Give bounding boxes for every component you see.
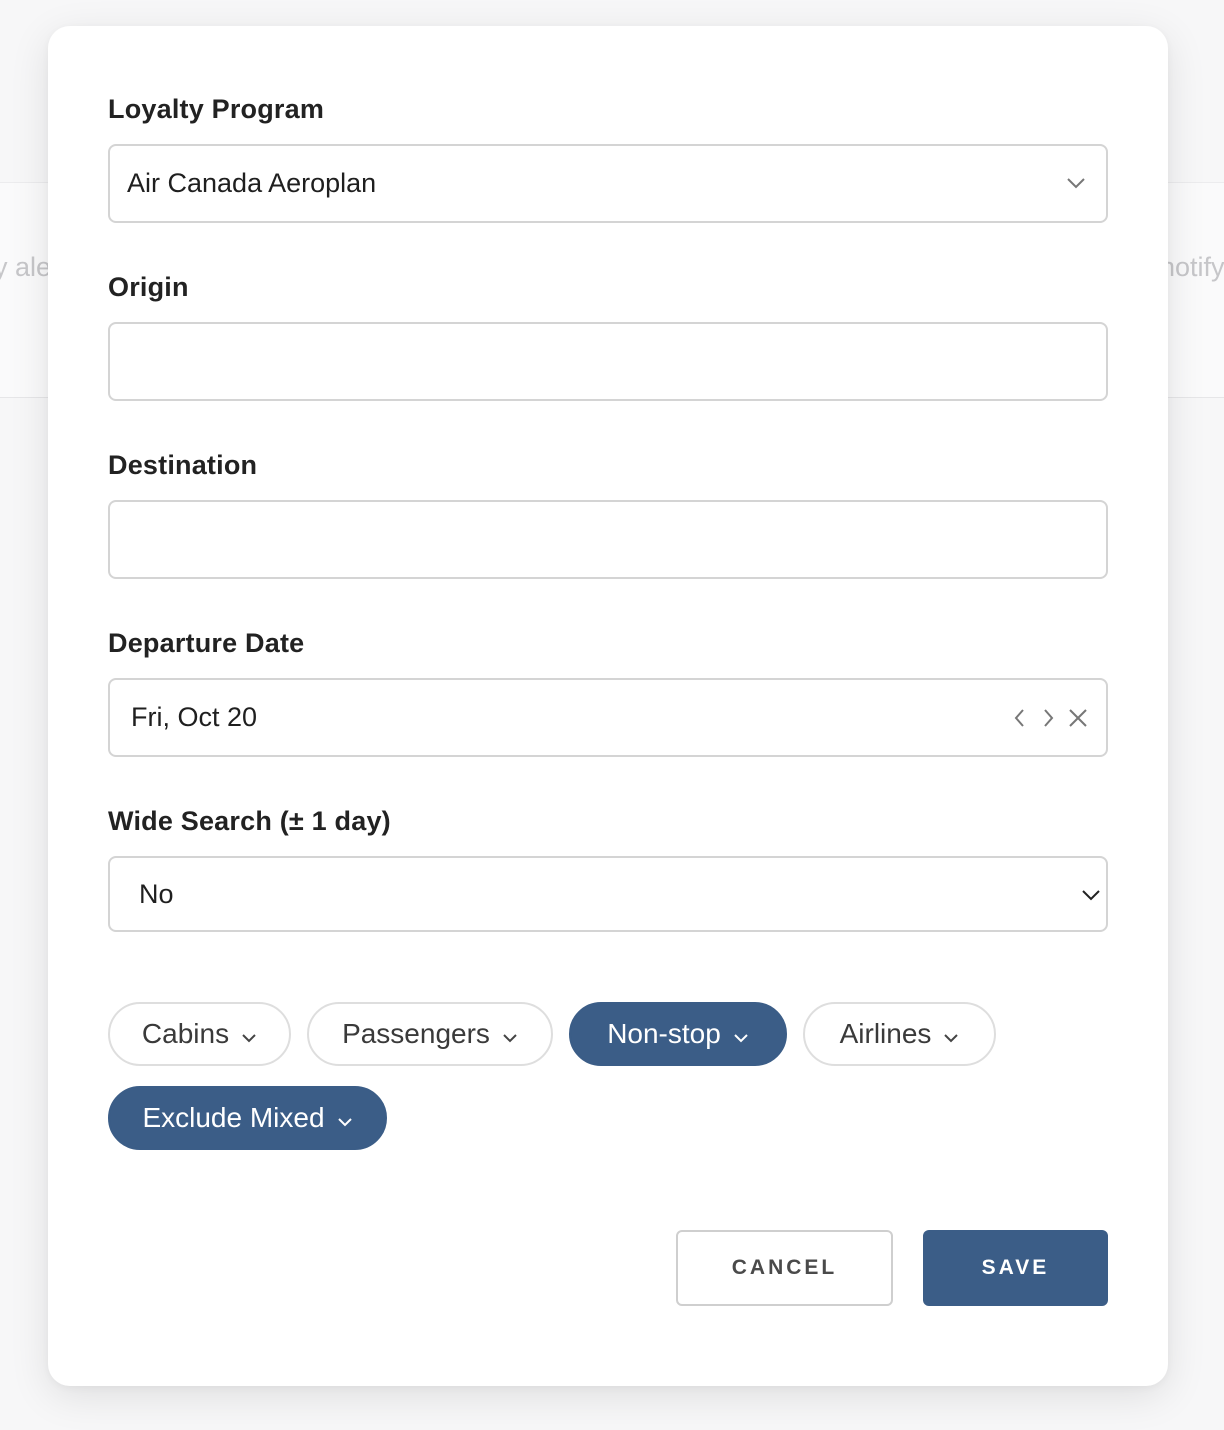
departure-date-label: Departure Date [108, 628, 305, 658]
chevron-down-icon [241, 1018, 257, 1050]
chevron-down-icon [337, 1102, 353, 1134]
filter-pill-non-stop[interactable]: Non-stop [569, 1002, 787, 1066]
departure-date-value: Fri, Oct 20 [131, 702, 258, 732]
wide-search-label: Wide Search (± 1 day) [108, 806, 391, 836]
chevron-down-icon [1066, 176, 1086, 195]
date-controls [1012, 680, 1088, 755]
origin-label: Origin [108, 272, 189, 302]
alert-form-modal: Loyalty Program Air Canada Aeroplan Orig… [48, 26, 1168, 1386]
wide-search-select[interactable]: No [108, 856, 1108, 932]
destination-input[interactable] [108, 500, 1108, 579]
filter-pill-label: Cabins [141, 1018, 230, 1049]
loyalty-program-label: Loyalty Program [108, 94, 325, 124]
chevron-down-icon [733, 1018, 749, 1050]
departure-date-input[interactable]: Fri, Oct 20 [108, 678, 1108, 757]
save-button[interactable]: SAVE [923, 1230, 1108, 1306]
wide-search-value: No [139, 878, 174, 909]
loyalty-program-select[interactable]: Air Canada Aeroplan [108, 144, 1108, 223]
filter-pill-passengers[interactable]: Passengers [307, 1002, 553, 1066]
destination-label: Destination [108, 450, 258, 480]
close-icon[interactable] [1068, 708, 1088, 728]
filter-pill-cabins[interactable]: Cabins [108, 1002, 291, 1066]
filter-pill-exclude-mixed[interactable]: Exclude Mixed [108, 1086, 387, 1150]
loyalty-program-value: Air Canada Aeroplan [127, 168, 377, 198]
filter-pill-label: Non-stop [607, 1018, 721, 1049]
cancel-button[interactable]: CANCEL [676, 1230, 893, 1306]
background-text-left: y ale [0, 252, 52, 282]
filter-pill-label: Passengers [342, 1018, 490, 1049]
origin-input[interactable] [108, 322, 1108, 401]
chevron-down-icon [502, 1018, 518, 1050]
chevron-down-icon [1081, 888, 1101, 907]
filter-pill-label: Exclude Mixed [142, 1102, 325, 1133]
chevron-down-icon [943, 1018, 959, 1050]
filter-pill-label: Airlines [839, 1018, 932, 1049]
filter-pill-airlines[interactable]: Airlines [803, 1002, 996, 1066]
background-text-right: notify [1160, 252, 1224, 282]
chevron-left-icon[interactable] [1012, 707, 1028, 729]
chevron-right-icon[interactable] [1040, 707, 1056, 729]
